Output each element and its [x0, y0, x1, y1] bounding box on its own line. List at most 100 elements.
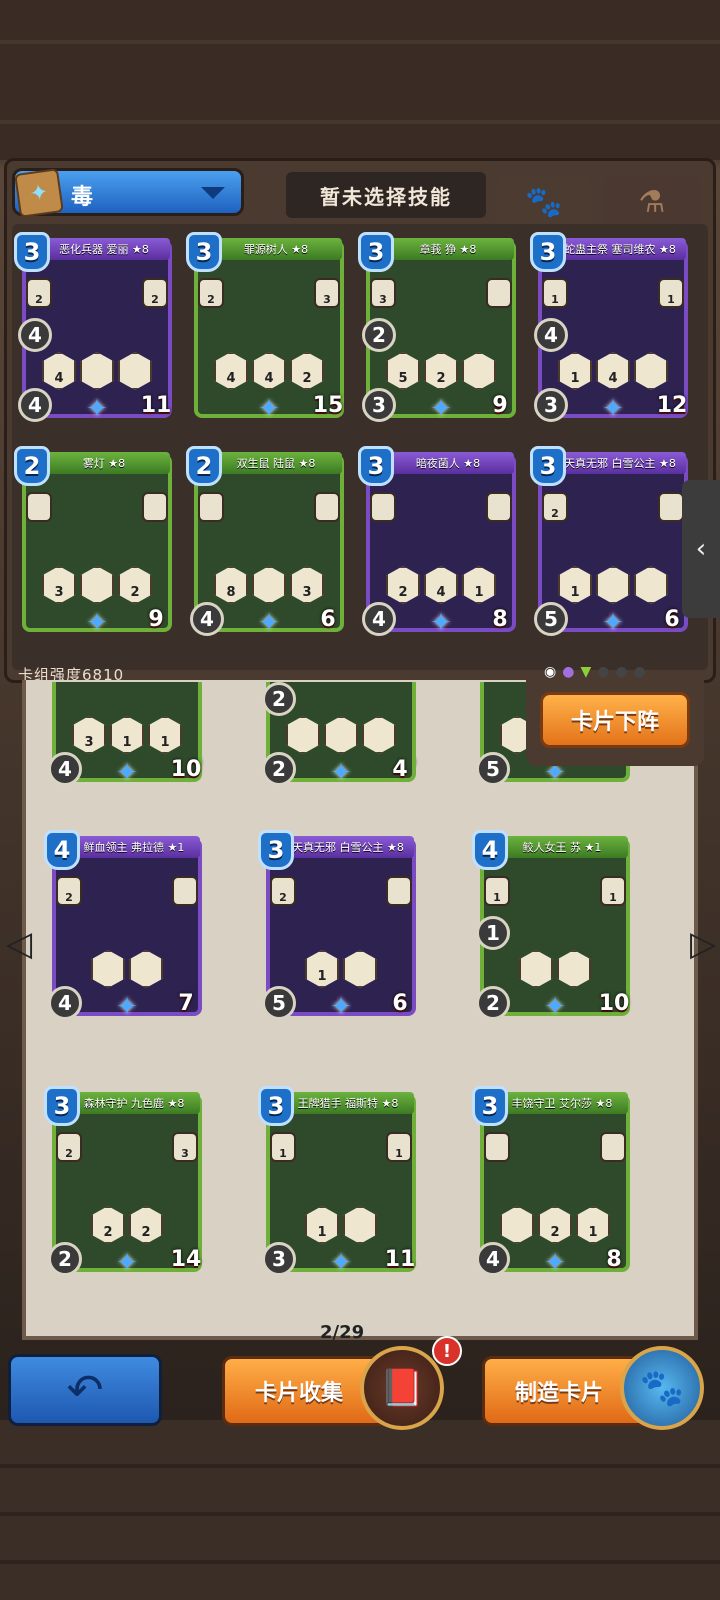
- star-gem-icon: ✦: [86, 608, 108, 638]
- poison-icon[interactable]: ●: [562, 664, 574, 680]
- card-skill-hex: [343, 1206, 377, 1244]
- card[interactable]: 蛇蛊主祭 塞司维农 ★83111443✦12: [530, 232, 692, 425]
- card-left-stat: 1: [542, 278, 568, 308]
- card-cost: 4: [472, 830, 508, 870]
- card-skill-hex: 3: [72, 716, 106, 754]
- card[interactable]: 王牌猎手 福斯特 ★831113✦11: [258, 1086, 420, 1279]
- card-skill-hex: [462, 352, 496, 390]
- card-cost: 3: [358, 446, 394, 486]
- card-skill-hex: 1: [148, 716, 182, 754]
- element-icon[interactable]: ●: [615, 664, 627, 680]
- circle-icon[interactable]: ◉: [544, 664, 556, 680]
- card-attack: 4: [18, 388, 52, 422]
- card-skill-hex: [286, 716, 320, 754]
- card-name: 蛇蛊主祭 塞司维农 ★8: [554, 238, 686, 260]
- paw-icon: 🐾: [525, 184, 563, 220]
- card-speed: 4: [534, 318, 568, 352]
- card-health: 9: [136, 599, 176, 639]
- card-skill-hex: [519, 950, 553, 988]
- wood-background-bottom: [0, 1420, 720, 1600]
- card[interactable]: 鲜血领主 弗拉德 ★1424✦7: [44, 830, 206, 1023]
- card-name: 森林守护 九色鹿 ★8: [68, 1092, 200, 1114]
- star-gem-icon: ✦: [330, 758, 352, 788]
- card-skill-row: 311: [72, 716, 182, 754]
- card-skill-row: 22: [72, 1206, 182, 1244]
- star-gem-icon: ✦: [602, 394, 624, 424]
- card-skill-hex: 1: [558, 352, 592, 390]
- card-attack: 2: [48, 1242, 82, 1276]
- card-right-stat: 2: [142, 278, 168, 308]
- card-skill-row: 14: [558, 352, 668, 390]
- back-arrow-icon: ↶: [66, 1364, 104, 1416]
- card-attack: 4: [48, 986, 82, 1020]
- card-cost: 2: [14, 446, 50, 486]
- card-skill-hex: [91, 950, 125, 988]
- remove-card-button[interactable]: 卡片下阵: [540, 692, 690, 748]
- skill-dropdown[interactable]: ✦ 毒: [12, 168, 244, 218]
- card-skill-hex: 1: [305, 1206, 339, 1244]
- card-left-stat: 2: [56, 1132, 82, 1162]
- card-cost: 2: [186, 446, 222, 486]
- card[interactable]: 雾灯 ★8232✦9: [14, 446, 176, 639]
- card-left-stat: [484, 1132, 510, 1162]
- skill-status-button[interactable]: 暂未选择技能: [286, 172, 486, 218]
- card[interactable]: 章莪 狰 ★8335223✦9: [358, 232, 520, 425]
- card-left-stat: 1: [270, 1132, 296, 1162]
- card-skill-hex: [118, 352, 152, 390]
- card-skill-hex: 1: [462, 566, 496, 604]
- card-skill-hex: [557, 950, 591, 988]
- card[interactable]: 天真无邪 白雪公主 ★83215✦6: [530, 446, 692, 639]
- card-right-stat: 3: [172, 1132, 198, 1162]
- card-health: 12: [652, 385, 692, 425]
- tab-potion[interactable]: ⚗: [604, 176, 700, 228]
- card-skill-row: 83: [214, 566, 324, 604]
- card-skill-hex: [362, 716, 396, 754]
- card-skill-hex: [80, 566, 114, 604]
- card[interactable]: 天真无邪 白雪公主 ★83215✦6: [258, 830, 420, 1023]
- card-skill-row: 1: [286, 950, 396, 988]
- card-skill-hex: 5: [386, 352, 420, 390]
- star-gem-icon: ✦: [116, 992, 138, 1022]
- card[interactable]: 森林守护 九色鹿 ★8323222✦14: [44, 1086, 206, 1279]
- card-cost: 3: [258, 830, 294, 870]
- card-attack: 4: [190, 602, 224, 636]
- element-icon[interactable]: ●: [634, 664, 646, 680]
- card-attack: 3: [262, 1242, 296, 1276]
- card[interactable]: 恶化兵器 爱丽 ★8322444✦11: [14, 232, 176, 425]
- card[interactable]: 双生鼠 陆鼠 ★82834✦6: [186, 446, 348, 639]
- card-skill-hex: 4: [42, 352, 76, 390]
- card-left-stat: [198, 492, 224, 522]
- card-skill-hex: 4: [252, 352, 286, 390]
- card-book-icon[interactable]: 📕: [360, 1346, 444, 1430]
- card-name: 丰饶守卫 艾尔莎 ★8: [496, 1092, 628, 1114]
- card-skill-hex: 2: [91, 1206, 125, 1244]
- next-page-arrow-icon[interactable]: ▷: [690, 924, 716, 964]
- card-attack: 4: [48, 752, 82, 786]
- card-name: 鲜血领主 弗拉德 ★1: [68, 836, 200, 858]
- prev-page-arrow-icon[interactable]: ◁: [6, 924, 32, 964]
- card-skill-hex: 4: [424, 566, 458, 604]
- card-skill-hex: [324, 716, 358, 754]
- element-icon[interactable]: ●: [597, 664, 609, 680]
- card-left-stat: 2: [542, 492, 568, 522]
- star-gem-icon: ✦: [602, 608, 624, 638]
- card-skill-hex: [80, 352, 114, 390]
- card[interactable]: 丰饶守卫 艾尔莎 ★83214✦8: [472, 1086, 634, 1279]
- card-health: 8: [480, 599, 520, 639]
- card-attack: 3: [362, 388, 396, 422]
- paw-potion-icon[interactable]: 🐾: [620, 1346, 704, 1430]
- side-panel-toggle[interactable]: ‹: [682, 480, 720, 618]
- nature-icon[interactable]: ▼: [580, 664, 591, 680]
- star-gem-icon: ✦: [544, 992, 566, 1022]
- back-button[interactable]: ↶: [8, 1354, 162, 1426]
- card[interactable]: 罪源树人 ★8323442✦15: [186, 232, 348, 425]
- card-skill-hex: 1: [558, 566, 592, 604]
- tab-paw[interactable]: 🐾: [496, 176, 592, 228]
- card-cost: 3: [530, 232, 566, 272]
- card-skill-hex: 3: [290, 566, 324, 604]
- card-attack: 2: [476, 986, 510, 1020]
- card-skill-row: 32: [42, 566, 152, 604]
- card[interactable]: 暗夜菌人 ★832414✦8: [358, 446, 520, 639]
- card-skill-row: 1: [286, 1206, 396, 1244]
- card[interactable]: 鲛人女王 苏 ★14 1 1 1 2 ✦ 10: [472, 830, 634, 1023]
